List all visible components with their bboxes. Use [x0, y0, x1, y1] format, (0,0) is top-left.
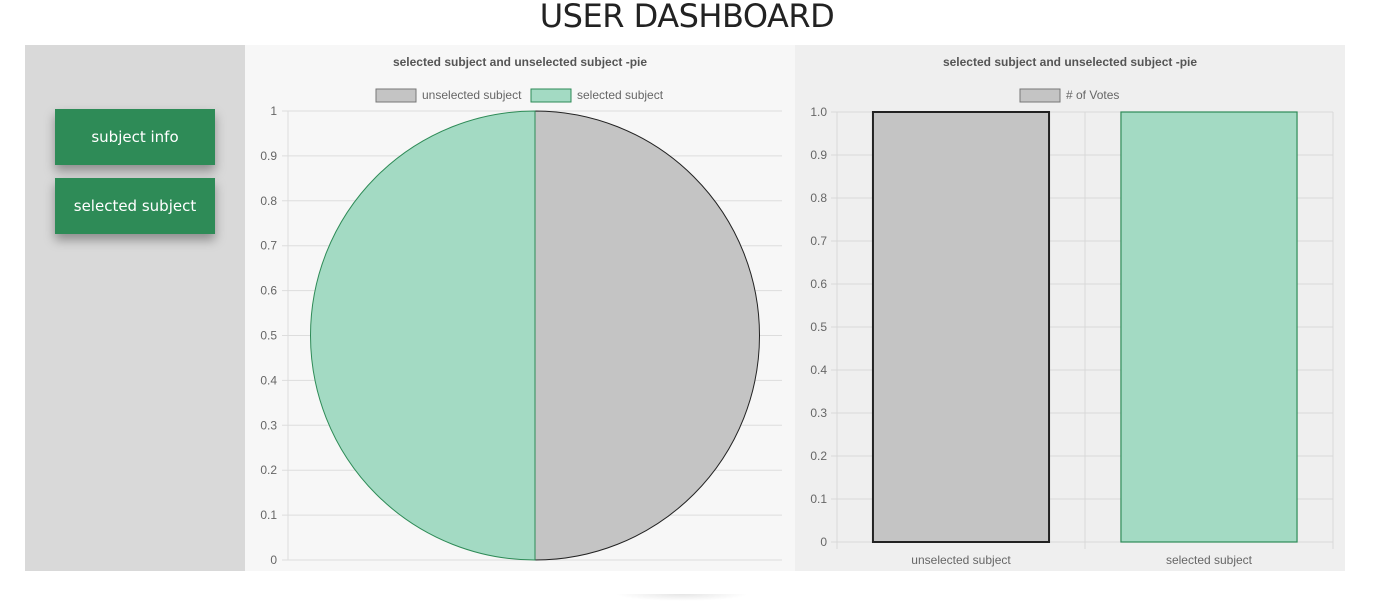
y-tick-label: 0.3: [810, 406, 827, 420]
y-tick-label: 1.0: [810, 105, 827, 119]
y-tick-label: 0.4: [260, 373, 277, 387]
selected-subject-button[interactable]: selected subject: [55, 178, 215, 234]
pie-slice: [310, 110, 536, 561]
y-tick-label: 0.7: [810, 234, 827, 248]
y-tick-label: 0.5: [260, 329, 277, 343]
y-tick-label: 0.4: [810, 363, 827, 377]
pie-chart-panel: selected subject and unselected subject …: [245, 45, 795, 571]
bar: [1120, 111, 1298, 543]
bar: [871, 111, 1051, 543]
chart-title: selected subject and unselected subject …: [943, 55, 1197, 69]
bar-chart-panel: selected subject and unselected subject …: [795, 45, 1345, 571]
page-title: USER DASHBOARD: [539, 0, 835, 35]
bottom-shadow: [615, 594, 749, 601]
y-tick-label: 0.6: [810, 277, 827, 291]
legend-label: unselected subject: [422, 88, 522, 102]
y-tick-label: 0.8: [260, 194, 277, 208]
pie-chart: selected subject and unselected subject …: [260, 55, 782, 567]
x-tick-label: selected subject: [1166, 553, 1253, 567]
y-tick-label: 0.9: [260, 149, 277, 163]
x-tick-label: unselected subject: [911, 553, 1011, 567]
y-tick-label: 0.3: [260, 418, 277, 432]
y-tick-label: 0.6: [260, 284, 277, 298]
y-tick-label: 0.8: [810, 191, 827, 205]
subject-info-button[interactable]: subject info: [55, 109, 215, 165]
y-tick-label: 0: [270, 553, 277, 567]
y-tick-label: 0.7: [260, 239, 277, 253]
legend-label: selected subject: [577, 88, 664, 102]
y-tick-label: 0.2: [810, 449, 827, 463]
bar-chart: selected subject and unselected subject …: [810, 55, 1334, 567]
legend-label: # of Votes: [1066, 88, 1119, 102]
legend-swatch: [375, 88, 417, 103]
y-tick-label: 1: [270, 104, 277, 118]
y-tick-label: 0.9: [810, 148, 827, 162]
y-tick-label: 0.2: [260, 463, 277, 477]
legend-swatch: [1019, 88, 1061, 103]
chart-title: selected subject and unselected subject …: [393, 55, 647, 69]
y-tick-label: 0.5: [810, 320, 827, 334]
y-tick-label: 0: [820, 535, 827, 549]
y-tick-label: 0.1: [810, 492, 827, 506]
y-tick-label: 0.1: [260, 508, 277, 522]
sidebar: subject info selected subject: [25, 45, 245, 571]
legend-swatch: [530, 88, 572, 103]
pie-slice: [534, 110, 760, 561]
